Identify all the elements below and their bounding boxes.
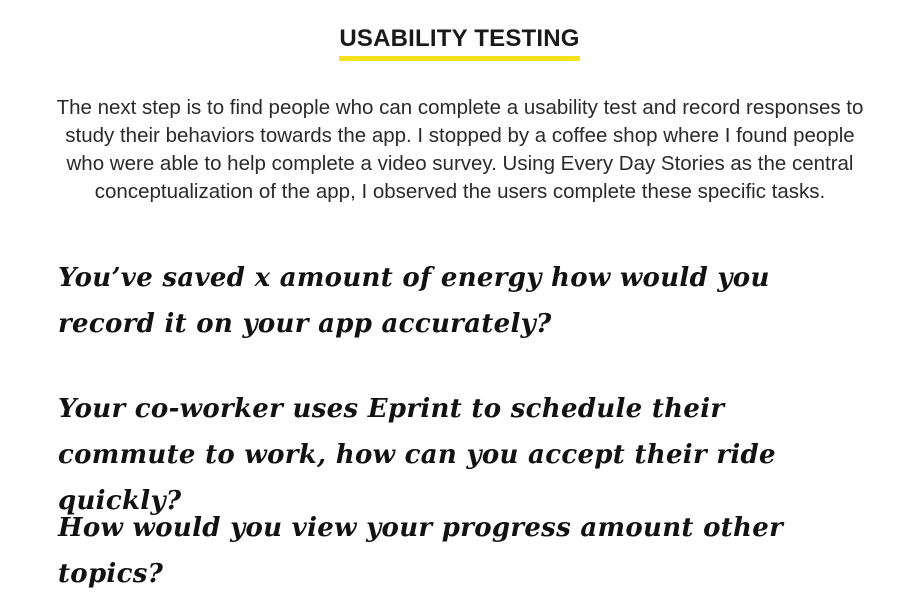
section-title: USABILITY TESTING — [339, 24, 580, 61]
task-1: You’ve saved x amount of energy how woul… — [58, 263, 770, 339]
heading-container: USABILITY TESTING — [0, 24, 919, 61]
task-3: How would you view your progress amount … — [58, 513, 784, 589]
intro-paragraph: The next step is to find people who can … — [56, 96, 864, 203]
task-2: Your co-worker uses Eprint to schedule t… — [58, 394, 776, 516]
